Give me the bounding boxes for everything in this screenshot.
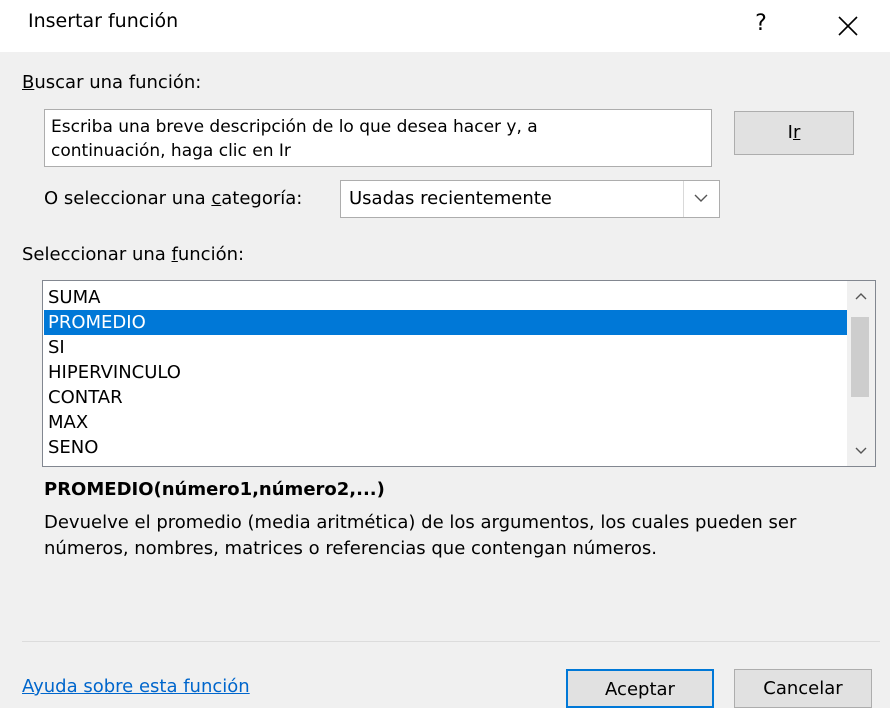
function-description: Devuelve el promedio (media aritmética) … [44, 512, 797, 559]
category-select-value: Usadas recientemente [349, 188, 552, 209]
function-help-link[interactable]: Ayuda sobre esta función [22, 676, 250, 697]
chevron-down-icon [855, 447, 867, 454]
category-label-accel: c [211, 188, 222, 209]
footer-divider [22, 641, 880, 642]
function-list-label-prefix: Seleccionar una [22, 244, 172, 265]
help-button[interactable]: ? [746, 4, 776, 44]
function-signature: PROMEDIO(número1,número2,...) [44, 479, 385, 500]
category-dropdown-button[interactable] [683, 181, 719, 217]
scroll-down-button[interactable] [847, 438, 875, 464]
category-label-rest: ategoría: [221, 188, 303, 209]
function-list-item[interactable]: PROMEDIO [44, 310, 847, 335]
close-icon [838, 16, 858, 36]
search-label-text: uscar una función: [34, 72, 202, 93]
function-listbox[interactable]: SUMA PROMEDIO SI HIPERVINCULO CONTAR MAX SENO [42, 280, 876, 467]
search-label-accel: B [22, 72, 35, 93]
title-bar: Insertar función ? [0, 0, 890, 52]
dialog-title: Insertar función [28, 10, 179, 32]
function-list-item[interactable]: SENO [44, 435, 847, 460]
scroll-thumb[interactable] [851, 317, 869, 397]
function-list-item[interactable]: SI [44, 335, 847, 360]
function-list-item[interactable]: SUMA [44, 285, 847, 310]
function-list-label: Seleccionar una función: [22, 244, 244, 265]
scroll-up-button[interactable] [847, 283, 875, 309]
chevron-down-icon [694, 194, 708, 202]
close-button[interactable] [830, 8, 866, 44]
function-list-scrollbar[interactable] [847, 281, 875, 466]
ok-button[interactable]: Aceptar [566, 669, 714, 708]
search-label: Buscar una función: [22, 72, 201, 93]
category-label-prefix: O seleccionar una [44, 188, 212, 209]
function-list-item[interactable]: CONTAR [44, 385, 847, 410]
function-list-items: SUMA PROMEDIO SI HIPERVINCULO CONTAR MAX SENO [44, 285, 847, 460]
chevron-up-icon [855, 293, 867, 300]
go-button-accel: r [792, 122, 801, 143]
search-input[interactable]: Escriba una breve descripción de lo que … [44, 109, 712, 167]
cancel-button[interactable]: Cancelar [734, 669, 872, 708]
function-list-label-rest: unción: [177, 244, 245, 265]
function-list-item[interactable]: MAX [44, 410, 847, 435]
function-list-item[interactable]: HIPERVINCULO [44, 360, 847, 385]
category-select[interactable]: Usadas recientemente [340, 180, 720, 218]
category-label: O seleccionar una categoría: [44, 188, 302, 209]
go-button[interactable]: Ir [734, 111, 854, 155]
